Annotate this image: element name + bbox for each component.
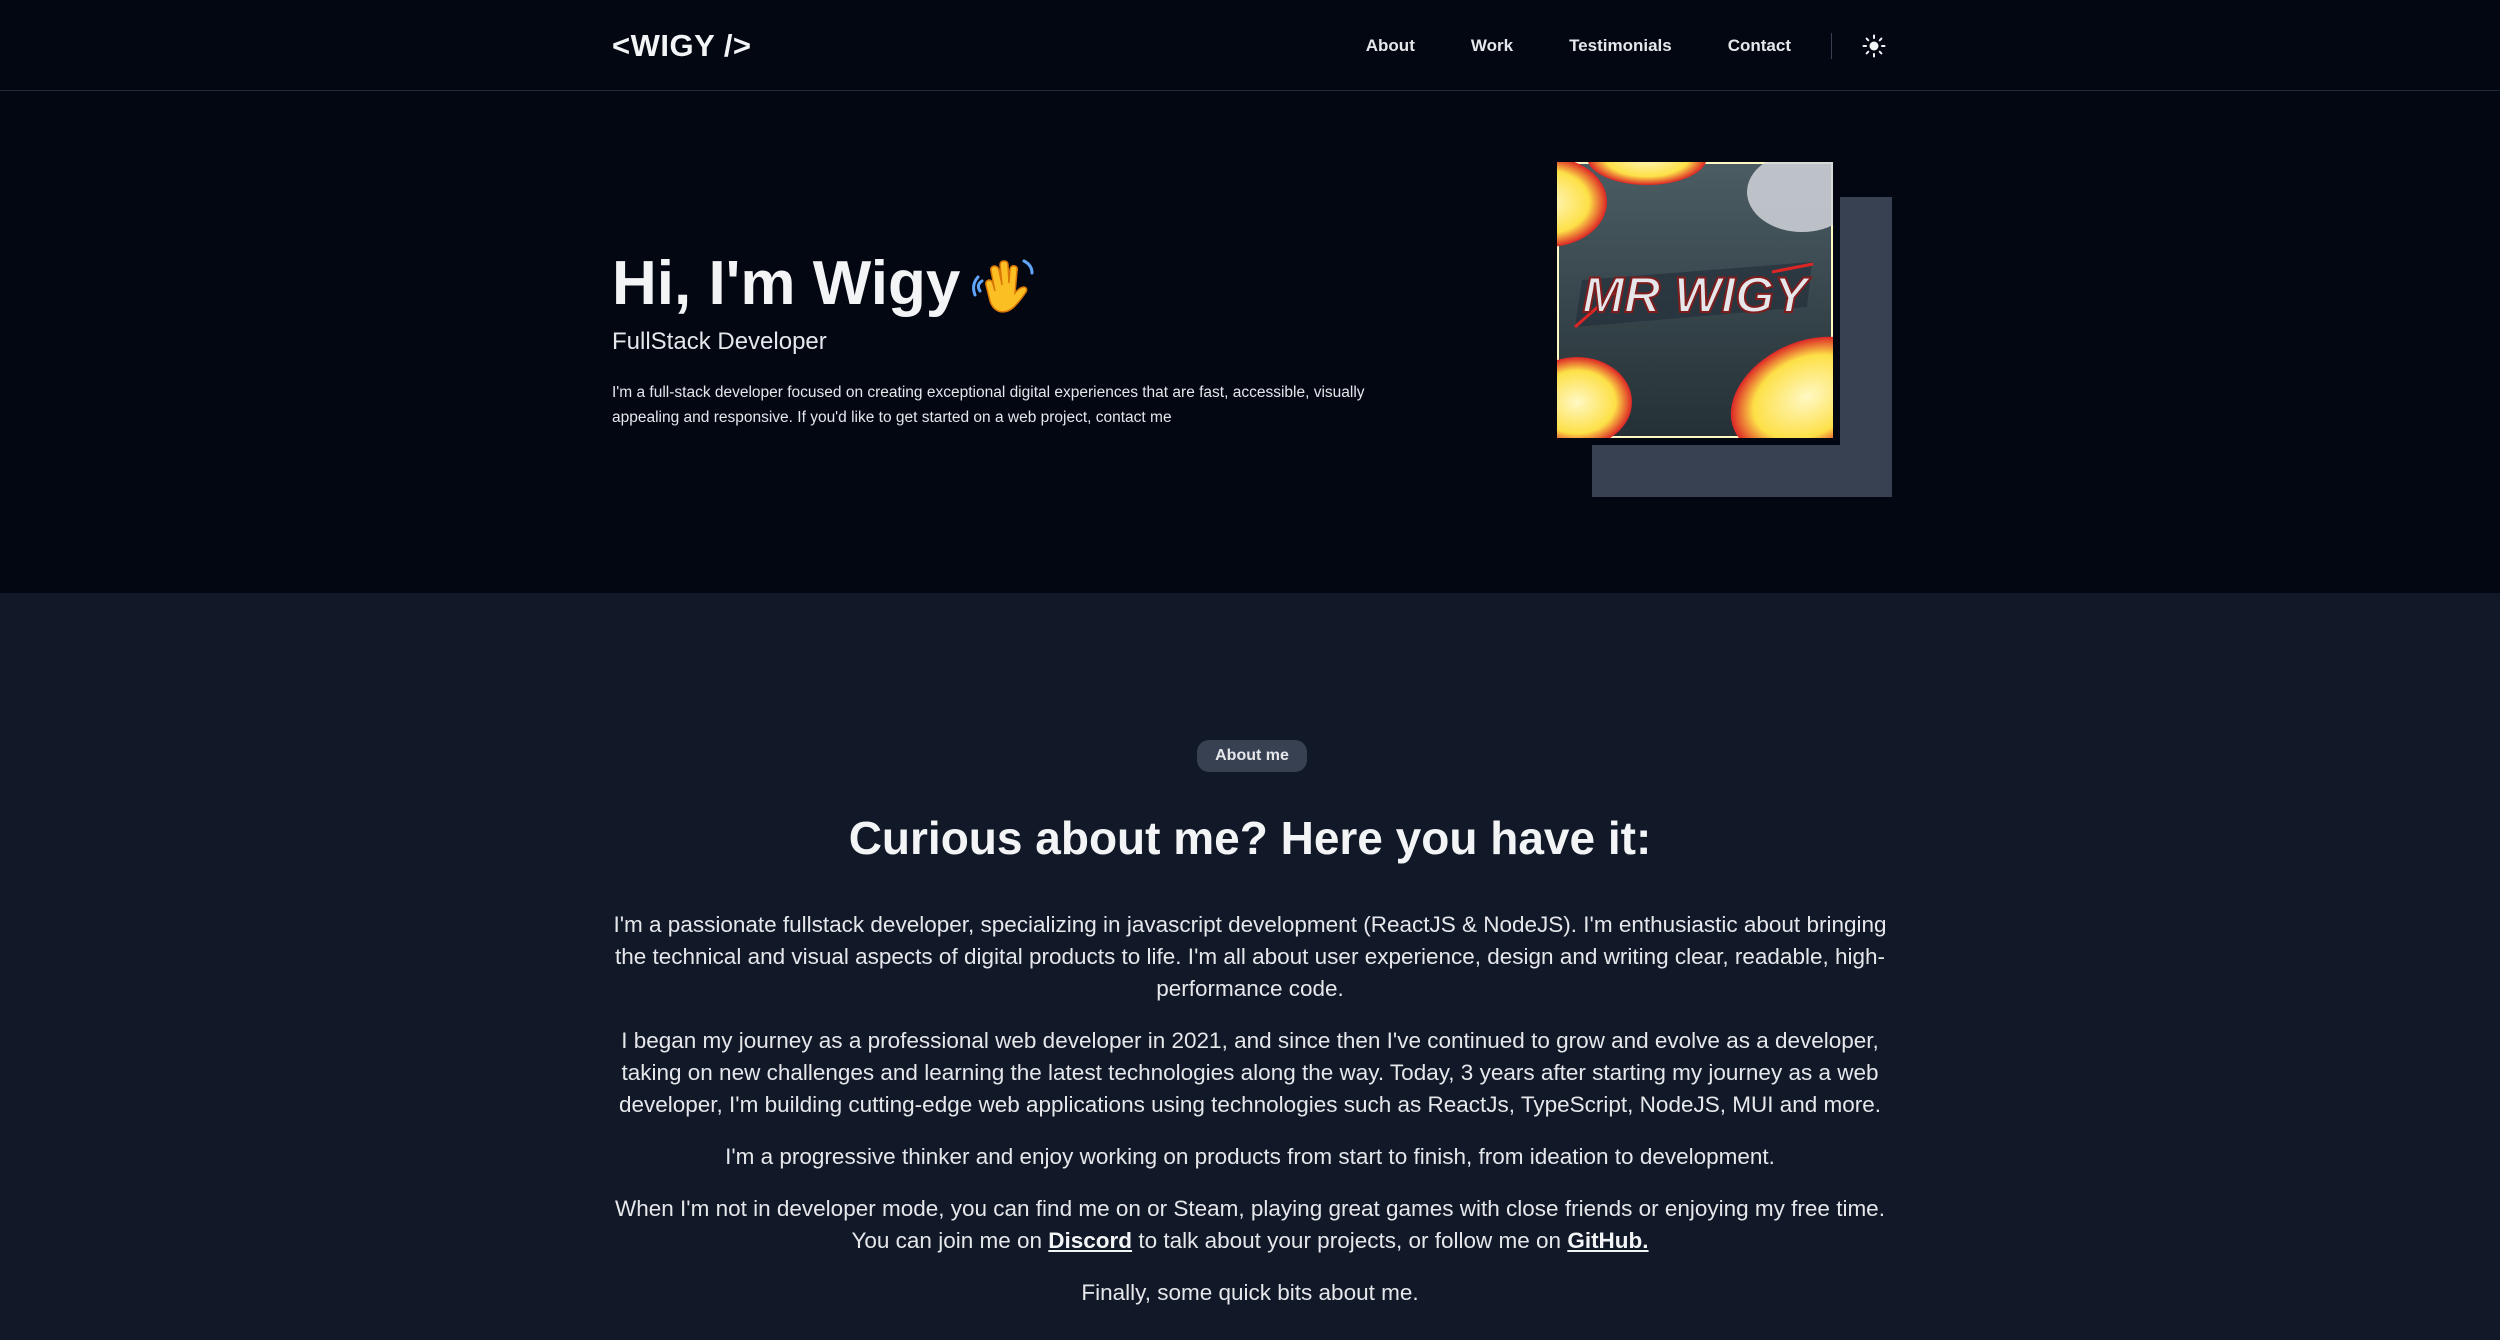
hero-subtitle: FullStack Developer xyxy=(612,328,827,355)
discord-link[interactable]: Discord xyxy=(1048,1228,1132,1253)
hero-section: Hi, I'm Wigy FullStack Developer I'm a f… xyxy=(0,92,2500,593)
about-paragraph-4-middle: to talk about your projects, or follow m… xyxy=(1138,1228,1562,1253)
about-badge: About me xyxy=(1197,740,1307,772)
main-nav: About Work Testimonials Contact xyxy=(1366,0,1888,91)
about-paragraph-4: When I'm not in developer mode, you can … xyxy=(612,1193,1888,1257)
hero-title-text: Hi, I'm Wigy xyxy=(612,249,961,318)
about-paragraph-2: I began my journey as a professional web… xyxy=(618,1028,1882,1117)
mr-wigy-logo-text: MR WIGY xyxy=(1583,267,1813,323)
about-paragraph-5: Finally, some quick bits about me. xyxy=(1081,1280,1419,1305)
about-body: I'm a passionate fullstack developer, sp… xyxy=(612,909,1888,1329)
hero-description: I'm a full-stack developer focused on cr… xyxy=(612,384,1365,426)
sun-icon xyxy=(1862,34,1886,57)
mr-wigy-logo-image: MR WIGY xyxy=(1557,162,1833,438)
theme-toggle-button[interactable] xyxy=(1860,32,1888,60)
nav-link-contact[interactable]: Contact xyxy=(1728,36,1791,56)
about-paragraph-3: I'm a progressive thinker and enjoy work… xyxy=(725,1144,1775,1169)
github-link[interactable]: GitHub. xyxy=(1567,1228,1648,1253)
nav-link-about[interactable]: About xyxy=(1366,36,1415,56)
site-logo[interactable]: <WIGY /> xyxy=(612,28,752,64)
hero-title: Hi, I'm Wigy xyxy=(612,248,1038,319)
profile-image-frame: MR WIGY xyxy=(1550,155,1892,500)
nav-link-work[interactable]: Work xyxy=(1471,36,1513,56)
about-heading: Curious about me? Here you have it: xyxy=(848,812,1652,864)
profile-image: MR WIGY xyxy=(1550,155,1840,445)
waving-hand-icon xyxy=(972,259,1034,313)
about-section: About me Curious about me? Here you have… xyxy=(0,593,2500,1340)
site-header: <WIGY /> About Work Testimonials Contact xyxy=(0,0,2500,91)
nav-link-testimonials[interactable]: Testimonials xyxy=(1569,36,1672,56)
about-paragraph-1: I'm a passionate fullstack developer, sp… xyxy=(613,912,1887,1001)
nav-divider xyxy=(1831,32,1832,59)
